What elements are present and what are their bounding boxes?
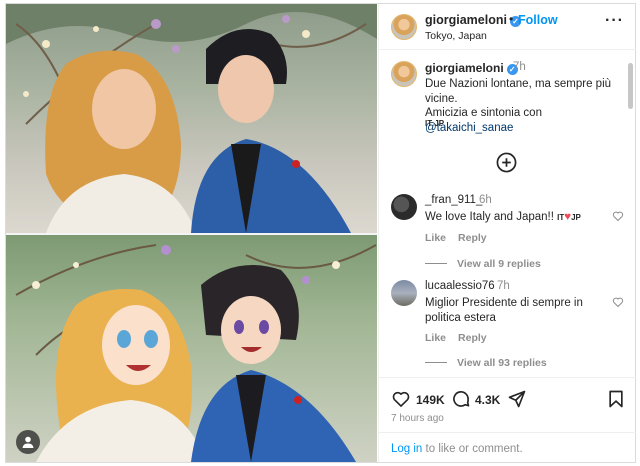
commenter-username[interactable]: _fran_911_: [425, 194, 482, 206]
heart-icon[interactable]: [391, 389, 411, 409]
photo-anime: [6, 235, 377, 462]
comments-count[interactable]: 4.3K: [475, 393, 500, 407]
comment-like-button[interactable]: Like: [425, 232, 446, 244]
caption-text: Due Nazioni lontane, ma sempre più vicin…: [425, 77, 621, 135]
user-tag-button[interactable]: [16, 430, 40, 454]
comment-actions: Like Reply: [425, 232, 499, 244]
commenter-avatar[interactable]: [391, 280, 417, 306]
more-options-button[interactable]: ···: [605, 12, 624, 30]
comment-icon[interactable]: [451, 389, 471, 409]
instagram-post: giorgiameloni ✓ • Follow Tokyo, Japan ···…: [5, 3, 636, 463]
comment-like-button[interactable]: Like: [425, 332, 446, 344]
scrollbar-thumb[interactable]: [628, 63, 633, 109]
caption-username[interactable]: giorgiameloni ✓: [425, 61, 518, 75]
add-circle-icon[interactable]: [496, 152, 517, 173]
author-username[interactable]: giorgiameloni ✓: [425, 13, 521, 27]
commenter-username[interactable]: lucaalessio76: [425, 280, 495, 292]
separator-dot: •: [509, 12, 514, 26]
post-sidebar: giorgiameloni ✓ • Follow Tokyo, Japan ···…: [378, 4, 636, 462]
post-media[interactable]: [6, 4, 377, 462]
comment-like-icon[interactable]: [612, 210, 624, 222]
comments-panel[interactable]: giorgiameloni ✓ 7h Due Nazioni lontane, m…: [379, 51, 636, 377]
caption-time: 7h: [513, 61, 526, 73]
author-username-text[interactable]: giorgiameloni: [425, 13, 507, 27]
post-header: giorgiameloni ✓ • Follow Tokyo, Japan ···: [379, 4, 636, 50]
caption-line-2-text: Amicizia e sintonia con: [425, 107, 542, 119]
caption-avatar[interactable]: [391, 61, 417, 87]
comment-text: Miglior Presidente di sempre in politica…: [425, 297, 583, 324]
author-avatar[interactable]: [391, 14, 417, 40]
comment-time: 6h: [479, 194, 492, 206]
login-text: Log in to like or comment.: [391, 443, 523, 455]
comment-like-icon[interactable]: [612, 296, 624, 308]
comment-actions: Like Reply: [425, 332, 499, 344]
caption-line-2: Amicizia e sintonia con @takaichi_sanae: [425, 106, 621, 135]
login-prompt: Log in to like or comment.: [379, 432, 636, 462]
comment-time: 7h: [497, 280, 510, 292]
comment-text: We love Italy and Japan!! IT♥JP: [425, 210, 615, 225]
commenter-avatar[interactable]: [391, 194, 417, 220]
likes-count[interactable]: 149K: [416, 393, 445, 407]
location-link[interactable]: Tokyo, Japan: [425, 30, 487, 42]
photo-real: [6, 4, 377, 233]
view-replies-button[interactable]: View all 9 replies: [425, 258, 541, 270]
post-timestamp[interactable]: 7 hours ago: [391, 413, 444, 424]
bookmark-icon[interactable]: [606, 389, 626, 409]
user-tag-icon: [22, 436, 34, 448]
caption-username-text[interactable]: giorgiameloni: [425, 61, 504, 75]
view-replies-button[interactable]: View all 93 replies: [425, 357, 547, 369]
comment-reply-button[interactable]: Reply: [458, 332, 487, 344]
login-link[interactable]: Log in: [391, 443, 422, 455]
login-suffix: to like or comment.: [422, 443, 523, 455]
share-icon[interactable]: [507, 389, 527, 409]
flag-jp: JP: [571, 213, 581, 222]
follow-button[interactable]: Follow: [518, 13, 558, 27]
comment-reply-button[interactable]: Reply: [458, 232, 487, 244]
caption-line-1: Due Nazioni lontane, ma sempre più vicin…: [425, 78, 612, 105]
caption-flags: IT JP: [425, 119, 445, 128]
comment-text-body: We love Italy and Japan!!: [425, 211, 558, 223]
